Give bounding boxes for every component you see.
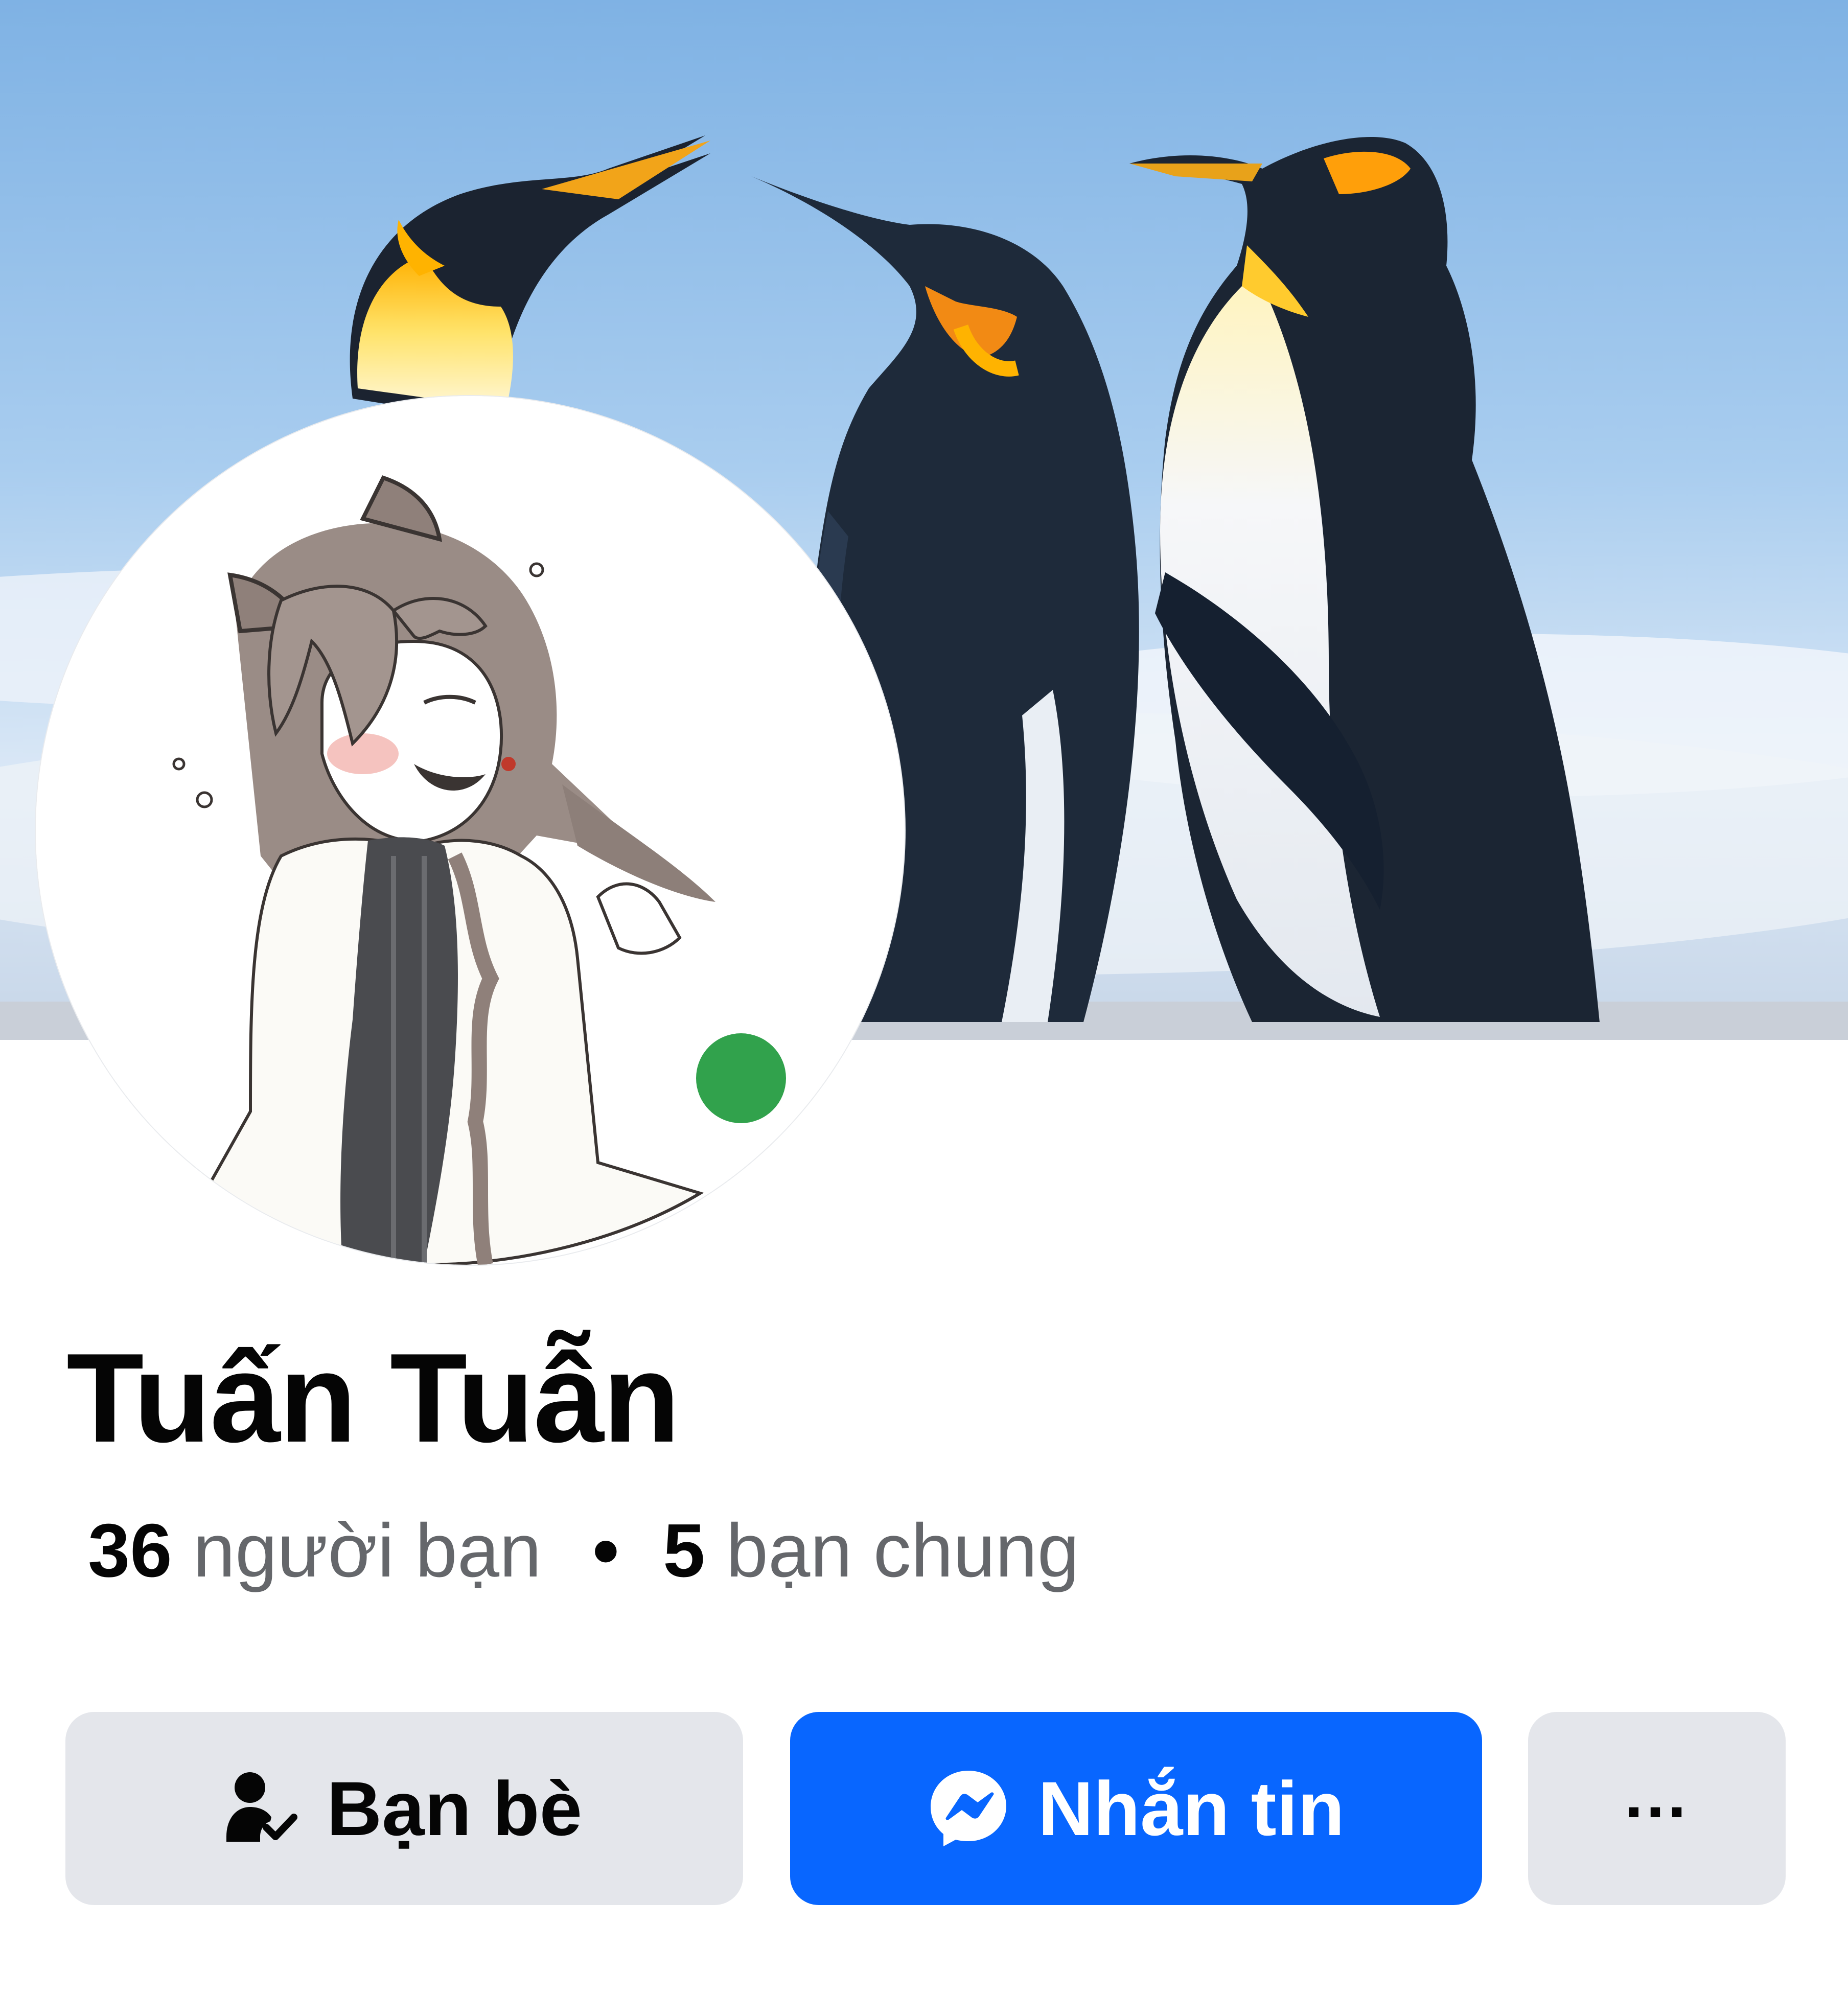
mutual-friends-label[interactable]: bạn chung bbox=[726, 1509, 1079, 1593]
message-button-label: Nhắn tin bbox=[1038, 1766, 1345, 1851]
messenger-icon bbox=[928, 1768, 1009, 1849]
friends-label[interactable]: người bạn bbox=[193, 1509, 542, 1593]
profile-stats: 36 người bạn • 5 bạn chung bbox=[88, 1502, 1079, 1599]
online-status-indicator bbox=[680, 1017, 802, 1140]
stats-separator: • bbox=[592, 1509, 619, 1593]
profile-avatar[interactable] bbox=[36, 396, 905, 1265]
friends-count[interactable]: 36 bbox=[88, 1509, 172, 1593]
friends-button[interactable]: Bạn bè bbox=[65, 1712, 743, 1905]
person-check-icon bbox=[226, 1770, 298, 1847]
more-dots-icon: ... bbox=[1624, 1757, 1690, 1831]
friends-button-label: Bạn bè bbox=[326, 1766, 583, 1851]
message-button[interactable]: Nhắn tin bbox=[790, 1712, 1482, 1905]
mutual-friends-count[interactable]: 5 bbox=[663, 1509, 705, 1593]
profile-name: Tuấn Tuẫn bbox=[66, 1327, 680, 1469]
more-button[interactable]: ... bbox=[1528, 1712, 1786, 1905]
